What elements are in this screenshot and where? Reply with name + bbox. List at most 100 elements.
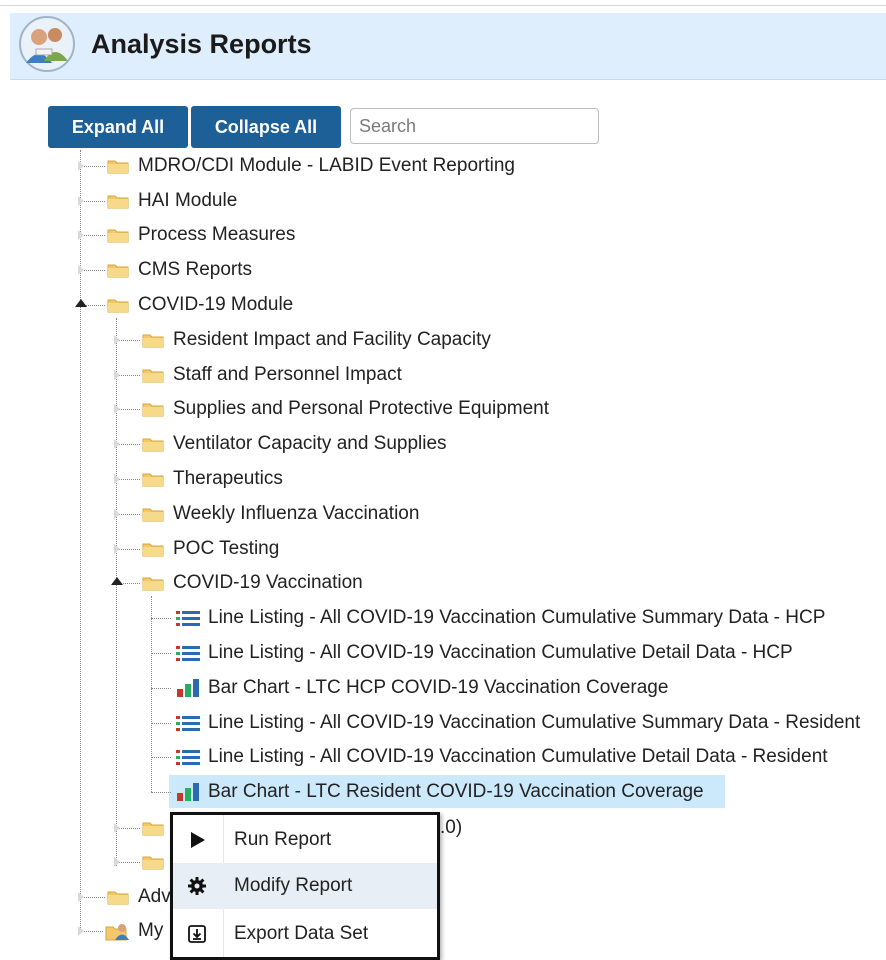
tree-item-folder[interactable] (0, 846, 886, 878)
tree-item-module[interactable]: Adv (0, 881, 886, 913)
page-title: Analysis Reports (91, 29, 312, 59)
tree-item-label: Process Measures (138, 224, 296, 245)
folder-icon (142, 854, 164, 870)
menu-item-label: Export Data Set (234, 923, 369, 944)
tree-item-label: Weekly Influenza Vaccination (173, 503, 420, 524)
folder-icon (107, 158, 129, 174)
tree-item-label: HAI Module (138, 190, 238, 211)
expanded-arrow-icon[interactable] (75, 299, 87, 307)
top-divider (0, 5, 886, 6)
tree-item-label: Therapeutics (173, 468, 283, 489)
tree-item-label: Bar Chart - LTC Resident COVID-19 Vaccin… (208, 781, 704, 802)
tree-item-label: COVID-19 Module (138, 294, 294, 315)
tree-item-label: My (138, 920, 164, 941)
tree-item-folder[interactable]: Therapeutics (0, 463, 886, 495)
line-listing-icon (175, 714, 201, 732)
tree-item-module[interactable]: HAI Module (0, 185, 886, 217)
my-folder-icon (105, 923, 129, 941)
collapsed-arrow-icon[interactable] (114, 857, 120, 867)
search-input[interactable] (350, 108, 599, 144)
tree-item-module[interactable]: CMS Reports (0, 254, 886, 286)
folder-icon (142, 820, 164, 836)
collapsed-arrow-icon[interactable] (78, 926, 84, 936)
folder-icon (142, 506, 164, 522)
tree-item-folder[interactable]: Ventilator Capacity and Supplies (0, 428, 886, 460)
folder-icon (142, 367, 164, 383)
folder-icon (107, 297, 129, 313)
tree-item-report[interactable]: Line Listing - All COVID-19 Vaccination … (0, 707, 886, 739)
collapsed-arrow-icon[interactable] (78, 230, 84, 240)
expanded-arrow-icon[interactable] (111, 577, 123, 585)
collapsed-arrow-icon[interactable] (114, 544, 120, 554)
collapsed-arrow-icon[interactable] (78, 892, 84, 902)
folder-icon (107, 193, 129, 209)
tree-item-folder[interactable]: .0) (0, 812, 886, 844)
tree-item-label: COVID-19 Vaccination (173, 572, 363, 593)
expand-all-button[interactable]: Expand All (48, 106, 188, 148)
collapsed-arrow-icon[interactable] (78, 196, 84, 206)
tree-item-report[interactable]: Line Listing - All COVID-19 Vaccination … (0, 637, 886, 669)
folder-icon (142, 575, 164, 591)
modify-report-menu-item[interactable]: Modify Report (173, 863, 437, 909)
tree-item-report[interactable]: Bar Chart - LTC Resident COVID-19 Vaccin… (0, 776, 886, 808)
collapsed-arrow-icon[interactable] (114, 823, 120, 833)
tree-item-folder[interactable]: COVID-19 Vaccination (0, 567, 886, 599)
folder-icon (107, 262, 129, 278)
collapse-all-button[interactable]: Collapse All (191, 106, 341, 148)
tree-item-folder[interactable]: Weekly Influenza Vaccination (0, 498, 886, 530)
tree-line (151, 653, 171, 654)
tree-line (151, 723, 171, 724)
play-icon (191, 832, 205, 848)
folder-icon (107, 227, 129, 243)
tree-line (151, 757, 171, 758)
tree-item-label: Bar Chart - LTC HCP COVID-19 Vaccination… (208, 677, 669, 698)
gear-icon (188, 877, 206, 895)
folder-icon (142, 332, 164, 348)
tree-item-label: Line Listing - All COVID-19 Vaccination … (208, 642, 793, 663)
line-listing-icon (175, 644, 201, 662)
collapsed-arrow-icon[interactable] (114, 404, 120, 414)
tree-item-label: Ventilator Capacity and Supplies (173, 433, 447, 454)
collapsed-arrow-icon[interactable] (114, 509, 120, 519)
run-report-menu-item[interactable]: Run Report (173, 817, 437, 863)
tree-item-folder[interactable]: POC Testing (0, 533, 886, 565)
tree-item-label: Staff and Personnel Impact (173, 364, 402, 385)
collapsed-arrow-icon[interactable] (114, 370, 120, 380)
folder-icon (142, 541, 164, 557)
context-menu: Run Report Modify Report Export Data Set (170, 812, 440, 960)
tree-item-folder[interactable]: Resident Impact and Facility Capacity (0, 324, 886, 356)
collapsed-arrow-icon[interactable] (114, 335, 120, 345)
tree-item-module[interactable]: MDRO/CDI Module - LABID Event Reporting (0, 150, 886, 182)
tree-item-label: Line Listing - All COVID-19 Vaccination … (208, 712, 861, 733)
tree-line (151, 792, 171, 793)
page-header: Analysis Reports (10, 13, 886, 80)
tree-item-module[interactable]: My (0, 915, 886, 947)
bar-chart-icon (175, 679, 201, 697)
collapsed-arrow-icon[interactable] (78, 265, 84, 275)
menu-item-label: Run Report (234, 829, 332, 850)
tree-item-label: Adv (138, 886, 171, 907)
tree-item-module[interactable]: COVID-19 Module (0, 289, 886, 321)
line-listing-icon (175, 748, 201, 766)
tree-item-label: Resident Impact and Facility Capacity (173, 329, 491, 350)
tree-item-report[interactable]: Line Listing - All COVID-19 Vaccination … (0, 741, 886, 773)
tree-item-label: Line Listing - All COVID-19 Vaccination … (208, 607, 826, 628)
tree-item-label: Line Listing - All COVID-19 Vaccination … (208, 746, 828, 767)
tree-item-report[interactable]: Bar Chart - LTC HCP COVID-19 Vaccination… (0, 672, 886, 704)
tree-line (151, 688, 171, 689)
line-listing-icon (175, 609, 201, 627)
folder-icon (142, 471, 164, 487)
tree-item-label-fragment: .0) (440, 817, 463, 838)
collapsed-arrow-icon[interactable] (114, 474, 120, 484)
folder-icon (142, 401, 164, 417)
tree-item-folder[interactable]: Supplies and Personal Protective Equipme… (0, 393, 886, 425)
bar-chart-icon (175, 783, 201, 801)
tree-item-module[interactable]: Process Measures (0, 219, 886, 251)
export-data-set-menu-item[interactable]: Export Data Set (173, 911, 437, 957)
tree-item-label: POC Testing (173, 538, 280, 559)
tree-item-report[interactable]: Line Listing - All COVID-19 Vaccination … (0, 602, 886, 634)
collapsed-arrow-icon[interactable] (114, 439, 120, 449)
folder-icon (107, 889, 129, 905)
collapsed-arrow-icon[interactable] (78, 161, 84, 171)
tree-item-folder[interactable]: Staff and Personnel Impact (0, 359, 886, 391)
